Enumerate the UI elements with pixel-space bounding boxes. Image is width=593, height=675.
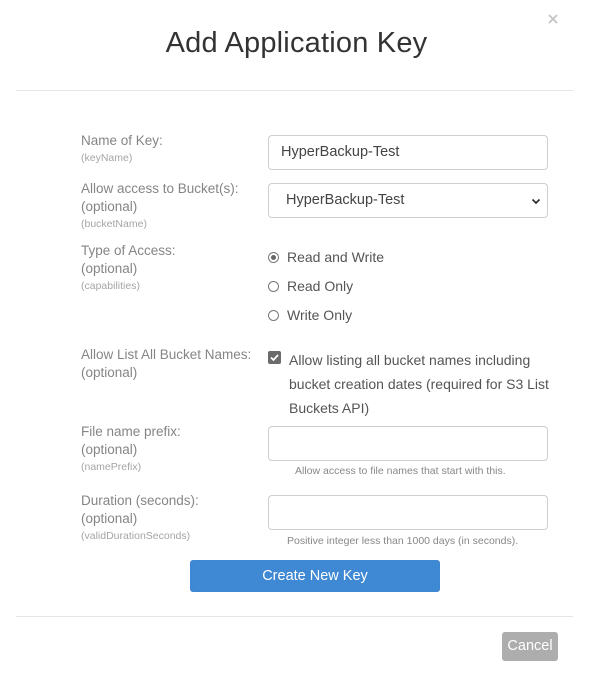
list-all-optional: (optional) — [81, 365, 138, 380]
key-name-label-group: Name of Key: (keyName) — [81, 132, 163, 166]
duration-optional: (optional) — [81, 511, 138, 526]
cancel-button[interactable]: Cancel — [502, 632, 558, 661]
list-all-label: Allow List All Bucket Names: — [81, 347, 252, 362]
bucket-hint: (bucketName) — [81, 218, 147, 230]
key-name-value: HyperBackup-Test — [281, 144, 400, 160]
list-all-label-group: Allow List All Bucket Names: (optional) — [81, 346, 251, 382]
prefix-optional: (optional) — [81, 442, 138, 457]
radio-label: Write Only — [287, 307, 353, 323]
list-all-checkbox-label: Allow listing all bucket names including… — [289, 352, 549, 416]
radio-label: Read Only — [287, 278, 354, 294]
footer-divider — [16, 616, 573, 617]
bucket-label: Allow access to Bucket(s): — [81, 181, 239, 196]
bucket-optional: (optional) — [81, 199, 138, 214]
radio-button[interactable] — [268, 280, 279, 292]
radio-read-only[interactable]: Read Only — [268, 277, 353, 295]
access-label-group: Type of Access: (optional) (capabilities… — [81, 242, 176, 294]
bucket-selected-value: HyperBackup-Test — [286, 192, 405, 208]
chevron-down-icon — [531, 198, 541, 205]
checkmark-icon — [270, 354, 279, 362]
duration-hint: (validDurationSeconds) — [81, 530, 191, 542]
dialog-title: Add Application Key — [165, 27, 428, 59]
create-new-key-button[interactable]: Create New Key — [190, 560, 440, 592]
close-icon — [548, 14, 558, 24]
radio-label: Read and Write — [287, 249, 385, 265]
key-name-hint: (keyName) — [81, 152, 133, 164]
access-hint: (capabilities) — [81, 280, 140, 292]
header-divider — [16, 90, 573, 91]
bucket-select[interactable]: HyperBackup-Test — [268, 183, 548, 218]
access-label: Type of Access: — [81, 243, 176, 258]
prefix-hint: (namePrefix) — [81, 461, 142, 473]
duration-label-group: Duration (seconds): (optional) (validDur… — [81, 492, 199, 544]
radio-read-write[interactable]: Read and Write — [268, 248, 384, 266]
prefix-input[interactable] — [268, 426, 548, 461]
key-name-label: Name of Key: — [81, 133, 163, 148]
duration-label: Duration (seconds): — [81, 493, 199, 508]
bucket-label-group: Allow access to Bucket(s): (optional) (b… — [81, 180, 239, 232]
radio-write-only[interactable]: Write Only — [268, 306, 352, 324]
duration-input[interactable] — [268, 495, 548, 530]
radio-button[interactable] — [268, 309, 279, 321]
prefix-label: File name prefix: — [81, 424, 181, 439]
key-name-input[interactable]: HyperBackup-Test — [268, 135, 548, 170]
access-optional: (optional) — [81, 261, 138, 276]
duration-help: Positive integer less than 1000 days (in… — [287, 535, 519, 547]
radio-button[interactable] — [268, 251, 279, 263]
prefix-label-group: File name prefix: (optional) (namePrefix… — [81, 423, 181, 475]
prefix-help: Allow access to file names that start wi… — [295, 465, 506, 477]
list-all-checkbox[interactable] — [268, 351, 281, 364]
